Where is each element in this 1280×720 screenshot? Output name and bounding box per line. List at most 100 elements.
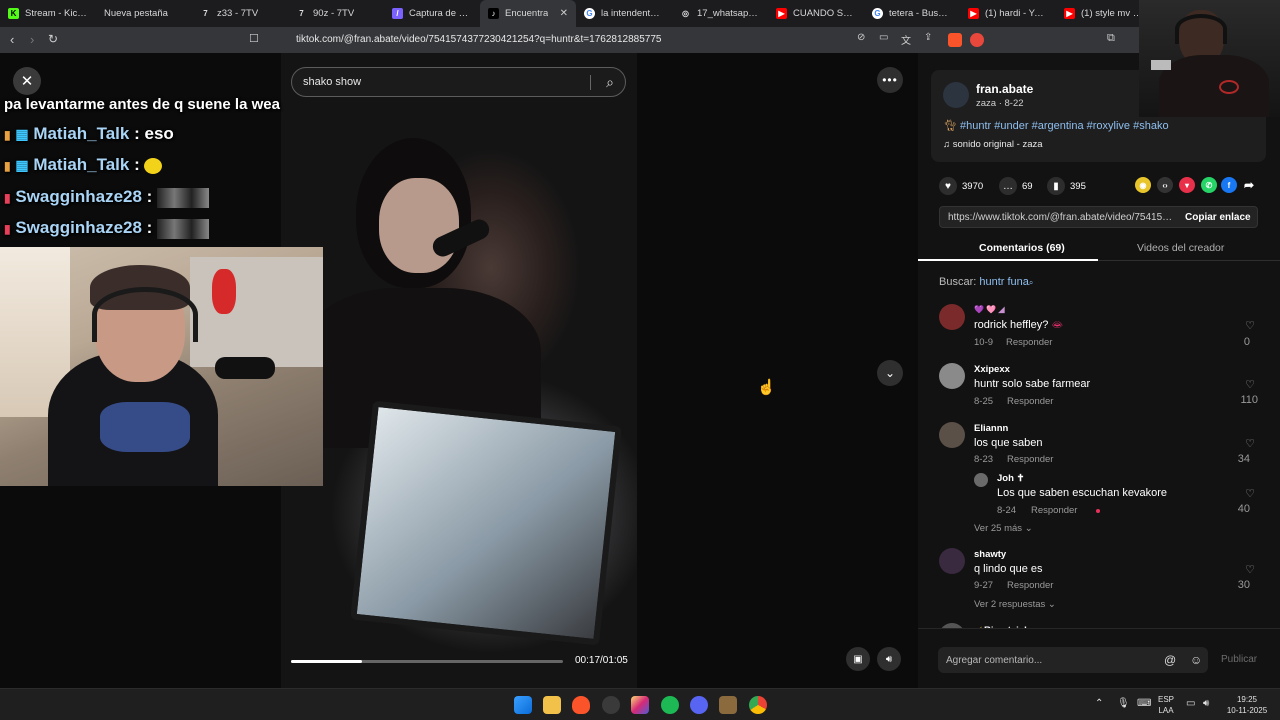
facebook-icon[interactable]: f [1221,177,1237,193]
volume-icon[interactable]: 🔊︎ [877,647,901,671]
browser-tab[interactable]: Gla intendenta de [576,0,672,27]
comment-username[interactable]: Eliannn [974,423,1008,434]
tab-comments[interactable]: Comentarios (69) [979,242,1065,254]
cast-icon[interactable]: ▭ [879,32,888,43]
browser-tab[interactable]: 7 90z - 7TV [288,0,384,27]
browser-tab[interactable]: / Captura de panta [384,0,480,27]
back-icon[interactable]: ‹ [10,32,14,47]
minecraft-icon[interactable] [719,696,737,714]
keyboard-icon[interactable]: ⌨ [1137,698,1151,709]
tab-active-indicator [918,259,1098,261]
search-bar[interactable]: shako show ⌕ [291,67,626,97]
reply-username[interactable]: Joh ✝ [997,473,1025,484]
comment-stat[interactable]: … 69 [999,177,1033,195]
comment-username[interactable]: shawty [974,549,1006,560]
emoji-picker-icon[interactable]: ☺ [1190,653,1202,667]
tray-chevron-icon[interactable]: ⌃ [1095,698,1103,709]
whatsapp-icon[interactable]: ✆ [1201,177,1217,193]
bookmark-icon[interactable]: ☐ [249,32,259,45]
mention-icon[interactable]: @ [1164,653,1176,667]
google-icon: G [584,8,595,19]
share-icon[interactable]: ⇪ [924,32,932,43]
translate-icon[interactable]: 文 [901,32,911,47]
coin-icon[interactable]: ◉ [1135,177,1151,193]
browser-tab[interactable]: ▶ (1) style mv - You [1056,0,1152,27]
brave-shields-icon[interactable] [948,33,962,47]
comment-username[interactable]: Xxipexx [974,364,1010,375]
browser-tab[interactable]: ◎ 17_whatsapp_ima [672,0,768,27]
video-frame[interactable] [281,53,637,688]
microphone-icon[interactable]: 🎙︎ [1117,698,1130,709]
lips-emoji-icon: 👄︎ [1051,320,1063,330]
browser-tab[interactable]: K Stream - Kick Das [0,0,96,27]
file-explorer-icon[interactable] [543,696,561,714]
next-video-chevron-icon[interactable]: ⌄ [877,360,903,386]
search-suggestion[interactable]: Buscar: huntr funa⌕ [939,276,1033,288]
reply-button[interactable]: Responder [1031,505,1077,516]
search-input[interactable]: shako show [303,76,361,88]
reload-icon[interactable]: ↻ [48,32,58,46]
like-heart-icon[interactable]: ♡ [1240,487,1260,500]
spotify-icon[interactable] [661,696,679,714]
eye-off-icon[interactable]: ⊘ [857,32,865,43]
search-icon[interactable]: ⌕ [606,74,614,91]
comment-avatar[interactable] [939,304,965,330]
browser-tab[interactable]: Nueva pestaña [96,0,192,27]
more-options-icon[interactable]: ••• [877,67,903,93]
brave-browser-icon[interactable] [572,696,590,714]
browser-tab[interactable]: 7 z33 - 7TV [192,0,288,27]
brave-rewards-icon[interactable] [970,33,984,47]
author-name[interactable]: fran.abate [976,82,1033,96]
share-link-url[interactable]: https://www.tiktok.com/@fran.abate/video… [948,212,1176,223]
author-avatar[interactable] [943,82,969,108]
send-icon[interactable]: ▾ [1179,177,1195,193]
miniplayer-icon[interactable]: ▣ [846,647,870,671]
clock[interactable]: 19:25 10-11-2025 [1222,694,1272,716]
sound-link[interactable]: ♫ sonido original - zaza [943,139,1043,150]
reply-button[interactable]: Responder [1007,396,1053,407]
tab-close-icon[interactable]: ✕ [560,8,568,19]
address-bar-url[interactable]: tiktok.com/@fran.abate/video/75415743772… [296,34,661,45]
like-heart-icon[interactable]: ♡ [1240,437,1260,450]
like-stat[interactable]: ♥ 3970 [939,177,983,195]
share-link-box: https://www.tiktok.com/@fran.abate/video… [939,206,1258,228]
embed-icon[interactable]: ‹› [1157,177,1173,193]
volume-icon[interactable]: 🔊︎ [1203,698,1209,709]
tab-creator-videos[interactable]: Videos del creador [1137,242,1224,254]
windows-start-icon[interactable] [514,696,532,714]
instagram-icon[interactable] [631,696,649,714]
video-time: 00:17/01:05 [575,655,628,666]
share-arrow-icon[interactable]: ➦ [1241,177,1257,193]
view-replies[interactable]: Ver 2 respuestas ⌄ [974,599,1056,610]
view-more-replies[interactable]: Ver 25 más ⌄ [974,523,1033,534]
reply-avatar[interactable] [974,473,988,487]
copy-link-button[interactable]: Copiar enlace [1185,212,1251,223]
comment-avatar[interactable] [939,548,965,574]
forward-icon[interactable]: › [30,32,34,47]
close-icon[interactable]: ✕ [13,67,41,95]
reply-button[interactable]: Responder [1007,580,1053,591]
comment-avatar[interactable] [939,422,965,448]
chat-message: ▮ ▦ Matiah_Talk : eso [4,124,174,143]
browser-tab[interactable]: ▶ (1) hardi - YouTu [960,0,1056,27]
browser-tab[interactable]: Gtetera - Buscar co [864,0,960,27]
browser-tab[interactable]: ▶ CUANDO SON TA [768,0,864,27]
obs-icon[interactable] [602,696,620,714]
discord-icon[interactable] [690,696,708,714]
comment-username-emoji[interactable]: 💜 🩷 ◢ [974,305,1005,314]
browser-tab[interactable]: ♪ Encuentra ✕ [480,0,576,27]
publish-button[interactable]: Publicar [1221,654,1257,665]
reply-button[interactable]: Responder [1007,454,1053,465]
comment-avatar[interactable] [939,363,965,389]
save-stat[interactable]: ▮ 395 [1047,177,1086,195]
like-heart-icon[interactable]: ♡ [1240,319,1260,332]
extensions-icon[interactable]: ⧉ [1107,32,1115,45]
like-heart-icon[interactable]: ♡ [1240,563,1260,576]
like-heart-icon[interactable]: ♡ [1240,378,1260,391]
progress-bar[interactable] [291,660,563,663]
hashtags[interactable]: 🐈︎ #huntr #under #argentina #roxylive #s… [943,119,1169,132]
language-indicator[interactable]: ESP LAA [1158,694,1174,716]
chrome-icon[interactable] [749,696,767,714]
reply-button[interactable]: Responder [1006,337,1052,348]
network-icon[interactable]: ▭ [1186,698,1195,709]
